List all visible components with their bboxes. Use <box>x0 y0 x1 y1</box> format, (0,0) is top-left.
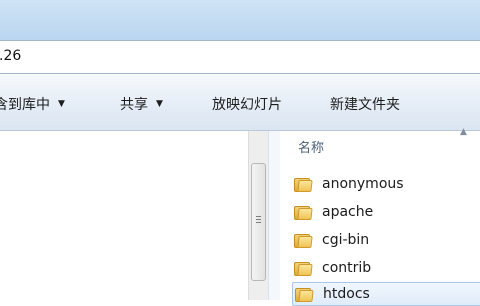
folder-icon <box>294 205 313 220</box>
chevron-down-icon: ▼ <box>156 99 163 109</box>
file-name: cgi-bin <box>322 232 370 248</box>
navigation-pane[interactable] <box>0 131 248 300</box>
file-row[interactable]: cgi-bin <box>294 228 480 252</box>
include-in-library-button[interactable]: 含到库中 ▼ <box>0 94 65 114</box>
file-list-pane: ▲ 名称 anonymous apache cgi-bin contrib ht… <box>280 127 480 306</box>
chevron-down-icon: ▼ <box>58 99 65 109</box>
new-folder-label: 新建文件夹 <box>330 97 400 113</box>
address-bar[interactable]: .26 <box>0 40 480 74</box>
address-text: .26 <box>0 48 22 64</box>
slideshow-button[interactable]: 放映幻灯片 <box>212 94 282 114</box>
grip-line <box>256 219 261 220</box>
sort-ascending-icon: ▲ <box>460 127 467 137</box>
column-header-name[interactable]: 名称 <box>298 137 324 156</box>
scrollbar-thumb[interactable] <box>251 163 266 281</box>
grip-line <box>256 216 261 217</box>
share-label: 共享 <box>120 97 148 113</box>
grip-line <box>256 222 261 223</box>
folder-icon <box>295 287 314 302</box>
file-name: contrib <box>322 260 372 276</box>
file-name: apache <box>322 204 374 220</box>
command-toolbar: 含到库中 ▼ 共享 ▼ 放映幻灯片 新建文件夹 <box>0 74 480 131</box>
slideshow-label: 放映幻灯片 <box>212 97 282 113</box>
include-in-library-label: 含到库中 <box>0 97 50 113</box>
file-row[interactable]: contrib <box>294 256 480 280</box>
file-row-selected[interactable]: htdocs <box>292 282 480 306</box>
new-folder-button[interactable]: 新建文件夹 <box>330 94 400 114</box>
file-name: anonymous <box>322 176 404 192</box>
file-row[interactable]: apache <box>294 200 480 224</box>
folder-icon <box>294 261 313 276</box>
folder-icon <box>294 177 313 192</box>
folder-icon <box>294 233 313 248</box>
window-title-bar <box>0 0 480 40</box>
file-row[interactable]: anonymous <box>294 172 480 196</box>
share-button[interactable]: 共享 ▼ <box>120 94 163 114</box>
navigation-scrollbar[interactable] <box>248 131 269 300</box>
